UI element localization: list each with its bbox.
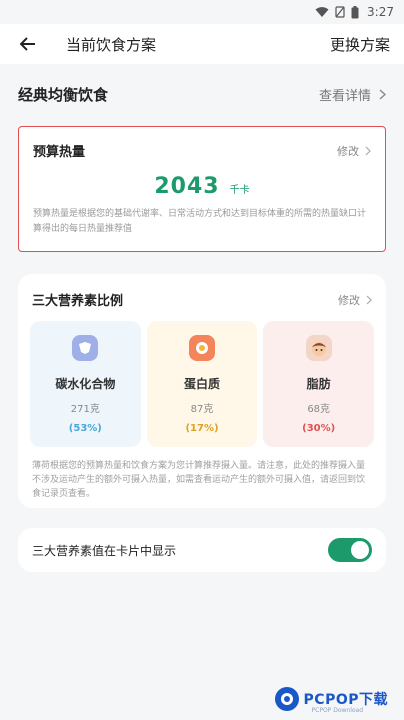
display-toggle-switch[interactable] [328, 538, 372, 562]
macro-label: 三大营养素比例 [32, 294, 124, 309]
display-toggle-row: 三大营养素值在卡片中显示 [18, 528, 386, 572]
wifi-icon [315, 7, 329, 17]
macro-edit-button[interactable]: 修改 [338, 292, 372, 308]
fat-icon [305, 335, 332, 361]
no-sim-icon [335, 6, 345, 18]
egg-icon [189, 335, 215, 361]
back-button[interactable] [14, 30, 42, 58]
macro-fat: 脂肪 68克 (30%) [263, 321, 375, 447]
chevron-right-icon [365, 146, 371, 155]
budget-edit-label: 修改 [337, 144, 359, 158]
app-bar: 当前饮食方案 更换方案 [0, 24, 404, 64]
view-details-label: 查看详情 [318, 88, 371, 104]
macro-name: 蛋白质 [184, 377, 221, 391]
budget-unit: 千卡 [229, 185, 250, 196]
budget-edit-button[interactable]: 修改 [337, 143, 371, 159]
macro-pct: (17%) [185, 423, 219, 434]
page-title: 当前饮食方案 [66, 35, 157, 54]
toggle-knob [351, 541, 369, 559]
carbs-icon [72, 335, 99, 361]
macro-description: 薄荷根据您的预算热量和饮食方案为您计算推荐摄入量。请注意，此处的推荐摄入量不涉及… [32, 461, 366, 499]
macro-pct: (53%) [68, 423, 102, 434]
macro-grams: 68克 [307, 404, 331, 415]
view-details-link[interactable]: 查看详情 [319, 85, 386, 104]
macro-name: 碳水化合物 [55, 377, 116, 391]
chevron-right-icon [379, 88, 386, 100]
macro-edit-label: 修改 [338, 293, 360, 307]
budget-value: 2043 [154, 174, 220, 199]
macro-name: 脂肪 [306, 377, 331, 391]
plan-name: 经典均衡饮食 [18, 85, 109, 104]
display-toggle-label: 三大营养素值在卡片中显示 [32, 543, 177, 558]
status-bar: 3:27 [0, 0, 404, 24]
budget-description: 预算热量是根据您的基础代谢率、日常活动方式和达到目标体重的所需的热量缺口计算得出… [33, 209, 367, 234]
chevron-right-icon [366, 295, 372, 304]
macro-pct: (30%) [302, 423, 336, 434]
watermark: PCPOP下载 PCPOP Download [274, 686, 388, 714]
budget-label: 预算热量 [33, 145, 86, 160]
macro-grams: 271克 [70, 404, 100, 415]
macro-protein: 蛋白质 87克 (17%) [146, 321, 258, 447]
status-icons [315, 5, 359, 19]
budget-card: 预算热量 修改 2043 千卡 预算热量是根据您的基础代谢率、日常活动方式和达到… [18, 126, 386, 252]
macro-grams: 87克 [190, 404, 214, 415]
watermark-text: PCPOP下载 [303, 692, 388, 708]
status-time: 3:27 [367, 5, 394, 19]
macro-card: 三大营养素比例 修改 碳水化合物 271克 (53%) 蛋白质 87克 (17%… [18, 274, 386, 508]
back-arrow-icon [20, 37, 35, 51]
plan-header: 经典均衡饮食 查看详情 [0, 72, 404, 116]
battery-icon [351, 5, 359, 18]
macro-carbs: 碳水化合物 271克 (53%) [30, 321, 141, 447]
pcpop-logo-icon [274, 687, 299, 711]
watermark-subtext: PCPOP Download [311, 707, 364, 714]
switch-plan-button[interactable]: 更换方案 [330, 34, 390, 55]
